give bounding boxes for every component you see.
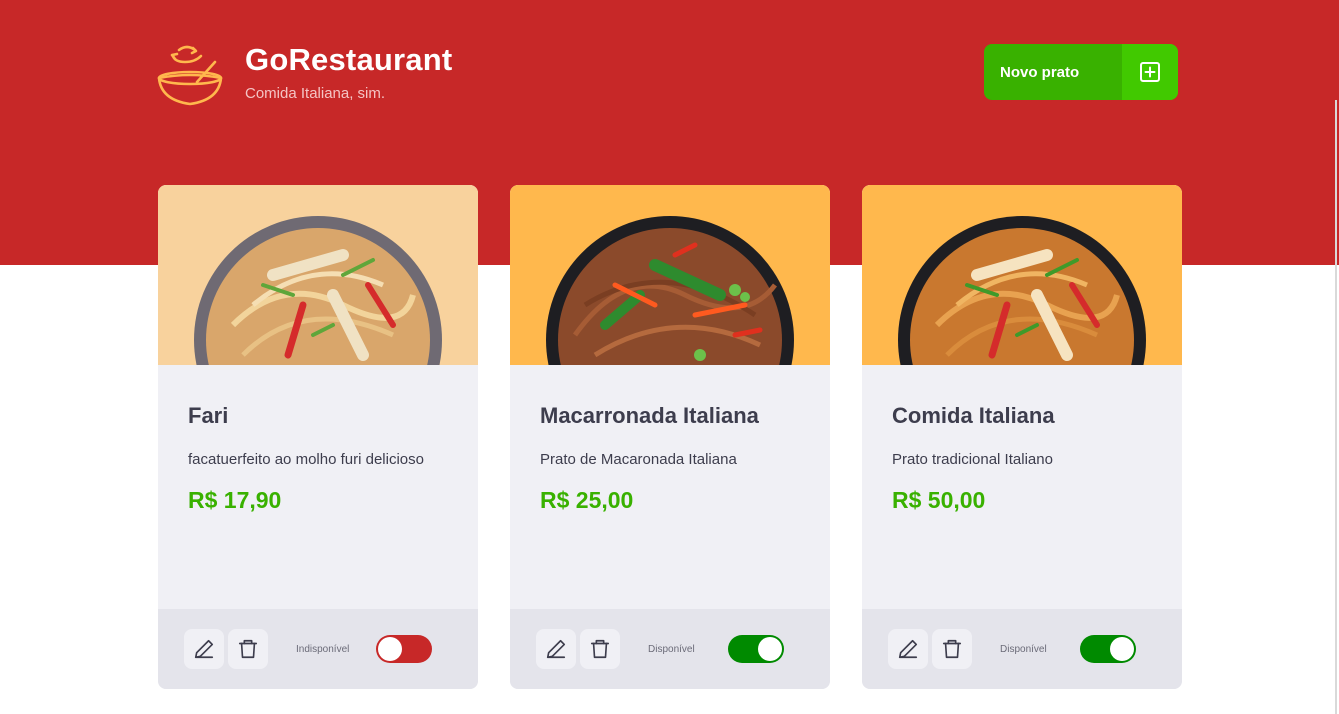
brand: GoRestaurant Comida Italiana, sim. — [157, 42, 452, 108]
dish-name: Macarronada Italiana — [540, 403, 759, 428]
dish-actions: Indisponível — [158, 609, 478, 689]
toggle-knob — [378, 637, 402, 661]
dish-name: Comida Italiana — [892, 403, 1055, 428]
noodle-bowl-image — [194, 216, 442, 365]
dish-actions: Disponível — [862, 609, 1182, 689]
delete-button[interactable] — [580, 629, 620, 669]
dish-description: facatuerfeito ao molho furi delicioso — [188, 451, 424, 468]
dish-image — [510, 185, 830, 365]
dish-card: Macarronada Italiana Prato de Macaronada… — [510, 185, 830, 689]
availability-toggle[interactable] — [1080, 635, 1136, 663]
dish-price: R$ 25,00 — [540, 487, 634, 513]
noodle-bowl-image — [546, 216, 794, 365]
scrollbar[interactable] — [1335, 100, 1337, 714]
delete-button[interactable] — [932, 629, 972, 669]
app-subtitle: Comida Italiana, sim. — [245, 85, 386, 102]
plus-square-icon — [1122, 44, 1178, 100]
edit-button[interactable] — [888, 629, 928, 669]
dish-image — [158, 185, 478, 365]
dish-name: Fari — [188, 403, 229, 428]
new-dish-button[interactable]: Novo prato — [984, 44, 1178, 100]
dish-image — [862, 185, 1182, 365]
delete-button[interactable] — [228, 629, 268, 669]
dish-description: Prato de Macaronada Italiana — [540, 451, 737, 468]
bowl-icon — [157, 45, 223, 106]
availability-toggle[interactable] — [376, 635, 432, 663]
dish-card: Comida Italiana Prato tradicional Italia… — [862, 185, 1182, 689]
availability-toggle[interactable] — [728, 635, 784, 663]
trash-icon — [590, 639, 610, 659]
new-dish-label: Novo prato — [1000, 63, 1080, 81]
edit-button[interactable] — [184, 629, 224, 669]
availability-label: Disponível — [1000, 643, 1047, 655]
pencil-icon — [546, 639, 566, 659]
dish-price: R$ 17,90 — [188, 487, 282, 513]
dish-actions: Disponível — [510, 609, 830, 689]
availability-label: Disponível — [648, 643, 695, 655]
toggle-knob — [1110, 637, 1134, 661]
app-title: GoRestaurant — [245, 42, 453, 77]
pencil-icon — [194, 639, 214, 659]
noodle-bowl-image — [898, 216, 1146, 365]
dish-card: Fari facatuerfeito ao molho furi delicio… — [158, 185, 478, 689]
toggle-knob — [758, 637, 782, 661]
pencil-icon — [898, 639, 918, 659]
dish-price: R$ 50,00 — [892, 487, 986, 513]
edit-button[interactable] — [536, 629, 576, 669]
availability-label: Indisponível — [296, 643, 350, 655]
dish-description: Prato tradicional Italiano — [892, 451, 1053, 468]
trash-icon — [942, 639, 962, 659]
trash-icon — [238, 639, 258, 659]
dish-list: Fari facatuerfeito ao molho furi delicio… — [158, 185, 1182, 689]
